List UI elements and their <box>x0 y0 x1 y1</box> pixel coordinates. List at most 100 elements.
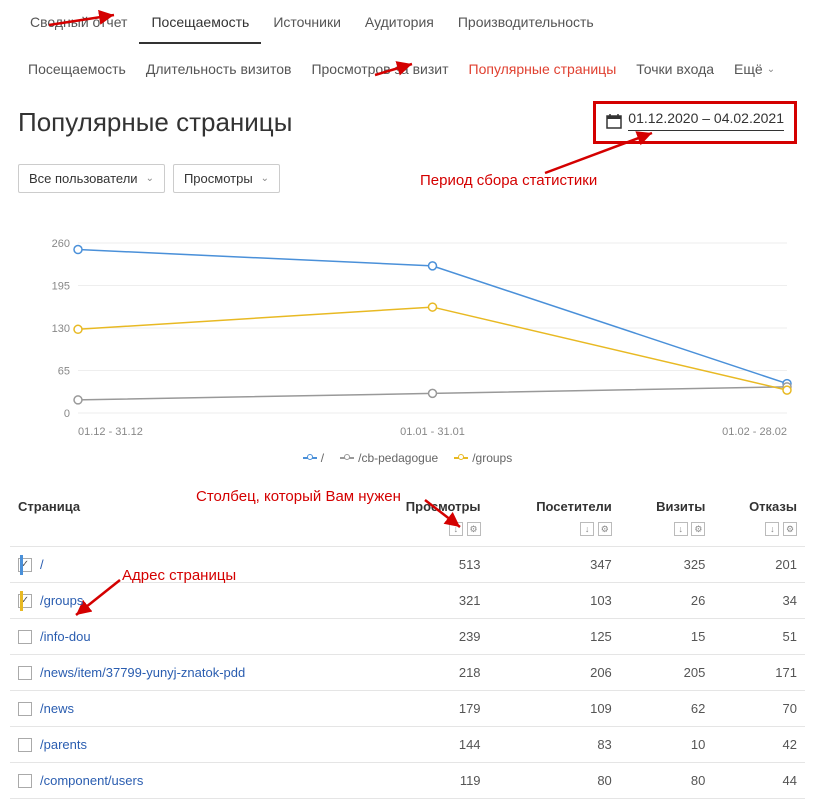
cell-visits: 205 <box>620 655 714 691</box>
table-row: /component/users 119 80 80 44 <box>10 763 805 799</box>
cell-visits: 15 <box>620 619 714 655</box>
cell-views: 179 <box>359 691 489 727</box>
gear-icon[interactable]: ⚙ <box>691 522 705 536</box>
date-range-picker[interactable]: 01.12.2020 – 04.02.2021 <box>593 101 797 144</box>
chevron-down-icon: ⌄ <box>146 173 154 184</box>
cell-bounces: 42 <box>713 727 805 763</box>
row-checkbox[interactable] <box>18 774 32 788</box>
svg-text:01.12 - 31.12: 01.12 - 31.12 <box>78 426 143 438</box>
legend-label: /cb-pedagogue <box>358 451 438 465</box>
cell-views: 239 <box>359 619 489 655</box>
cell-visitors: 206 <box>489 655 620 691</box>
svg-text:260: 260 <box>52 238 70 250</box>
line-chart[interactable]: 0 65 130 195 260 01.12 - 31.12 01.01 - 31.01 01… <box>18 233 797 443</box>
cell-views: 218 <box>359 655 489 691</box>
page-path[interactable]: / <box>40 557 44 572</box>
users-dropdown[interactable]: Все пользователи ⌄ <box>18 164 165 193</box>
cell-views: 321 <box>359 583 489 619</box>
page-path[interactable]: /news/item/37799-yunyj-znatok-pdd <box>40 665 245 680</box>
table-row: /groups 321 103 26 34 <box>10 583 805 619</box>
date-range-text: 01.12.2020 – 04.02.2021 <box>628 110 784 131</box>
legend-item[interactable]: /cb-pedagogue <box>340 451 438 465</box>
col-header-views[interactable]: Просмотры <box>359 489 489 518</box>
tab-sources[interactable]: Источники <box>261 0 353 44</box>
cell-visitors: 109 <box>489 691 620 727</box>
cell-visits: 26 <box>620 583 714 619</box>
table-row: /parents 144 83 10 42 <box>10 727 805 763</box>
sort-icon[interactable]: ↓ <box>674 522 688 536</box>
svg-text:01.02 - 28.02: 01.02 - 28.02 <box>722 426 787 438</box>
chart-legend: / /cb-pedagogue/groups <box>18 443 797 479</box>
subtab-more[interactable]: Ещё ⌄ <box>724 45 785 93</box>
page-title: Популярные страницы <box>18 107 292 138</box>
svg-text:01.01 - 31.01: 01.01 - 31.01 <box>400 426 465 438</box>
subtab-duration[interactable]: Длительность визитов <box>136 45 302 93</box>
col-header-page[interactable]: Страница <box>10 489 359 518</box>
tab-summary[interactable]: Сводный отчет <box>18 0 139 44</box>
cell-views: 119 <box>359 763 489 799</box>
tab-attendance[interactable]: Посещаемость <box>139 0 261 44</box>
tab-performance[interactable]: Производительность <box>446 0 606 44</box>
cell-visitors: 103 <box>489 583 620 619</box>
cell-visitors: 347 <box>489 547 620 583</box>
svg-text:0: 0 <box>64 408 70 420</box>
page-path[interactable]: /news <box>40 701 74 716</box>
row-checkbox[interactable] <box>18 666 32 680</box>
page-path[interactable]: /component/users <box>40 773 143 788</box>
page-header: Популярные страницы 01.12.2020 – 04.02.2… <box>0 93 815 164</box>
gear-icon[interactable]: ⚙ <box>783 522 797 536</box>
table-row: /info-dou 239 125 15 51 <box>10 619 805 655</box>
cell-visitors: 125 <box>489 619 620 655</box>
cell-bounces: 51 <box>713 619 805 655</box>
gear-icon[interactable]: ⚙ <box>598 522 612 536</box>
table-row: /news 179 109 62 70 <box>10 691 805 727</box>
row-checkbox[interactable] <box>18 630 32 644</box>
more-label: Ещё <box>734 61 763 77</box>
cell-visitors: 80 <box>489 763 620 799</box>
cell-visits: 80 <box>620 763 714 799</box>
cell-bounces: 70 <box>713 691 805 727</box>
page-path[interactable]: /groups <box>40 593 83 608</box>
cell-visits: 10 <box>620 727 714 763</box>
row-checkbox[interactable] <box>18 702 32 716</box>
users-dropdown-label: Все пользователи <box>29 171 138 186</box>
subtab-views-per-visit[interactable]: Просмотров за визит <box>301 45 458 93</box>
col-header-bounces[interactable]: Отказы <box>713 489 805 518</box>
page-path[interactable]: /parents <box>40 737 87 752</box>
svg-text:65: 65 <box>58 366 70 378</box>
sort-icon[interactable]: ↓ <box>449 522 463 536</box>
col-header-visitors[interactable]: Посетители <box>489 489 620 518</box>
data-table: Страница Просмотры Посетители Визиты Отк… <box>10 489 805 799</box>
legend-label: / <box>321 451 324 465</box>
cell-views: 513 <box>359 547 489 583</box>
cell-bounces: 201 <box>713 547 805 583</box>
svg-text:130: 130 <box>52 323 70 335</box>
cell-visitors: 83 <box>489 727 620 763</box>
legend-item[interactable]: / <box>303 451 324 465</box>
row-checkbox[interactable] <box>18 738 32 752</box>
tab-audience[interactable]: Аудитория <box>353 0 446 44</box>
metric-dropdown[interactable]: Просмотры ⌄ <box>173 164 280 193</box>
chevron-down-icon: ⌄ <box>261 173 269 184</box>
sub-tabs: Посещаемость Длительность визитов Просмо… <box>0 45 815 93</box>
sort-icon[interactable]: ↓ <box>765 522 779 536</box>
sort-icon[interactable]: ↓ <box>580 522 594 536</box>
data-table-container: Страница Просмотры Посетители Визиты Отк… <box>0 489 815 799</box>
legend-item[interactable]: /groups <box>454 451 512 465</box>
subtab-entry-points[interactable]: Точки входа <box>626 45 724 93</box>
table-row: / 513 347 325 201 <box>10 547 805 583</box>
legend-label: /groups <box>472 451 512 465</box>
subtab-attendance[interactable]: Посещаемость <box>18 45 136 93</box>
cell-bounces: 44 <box>713 763 805 799</box>
table-row: /news/item/37799-yunyj-znatok-pdd 218 20… <box>10 655 805 691</box>
subtab-popular-pages[interactable]: Популярные страницы <box>459 45 627 93</box>
chevron-down-icon: ⌄ <box>767 64 775 75</box>
gear-icon[interactable]: ⚙ <box>467 522 481 536</box>
metric-dropdown-label: Просмотры <box>184 171 253 186</box>
svg-text:195: 195 <box>52 281 70 293</box>
cell-visits: 325 <box>620 547 714 583</box>
col-header-visits[interactable]: Визиты <box>620 489 714 518</box>
cell-bounces: 34 <box>713 583 805 619</box>
filters-row: Все пользователи ⌄ Просмотры ⌄ <box>0 164 815 213</box>
page-path[interactable]: /info-dou <box>40 629 91 644</box>
